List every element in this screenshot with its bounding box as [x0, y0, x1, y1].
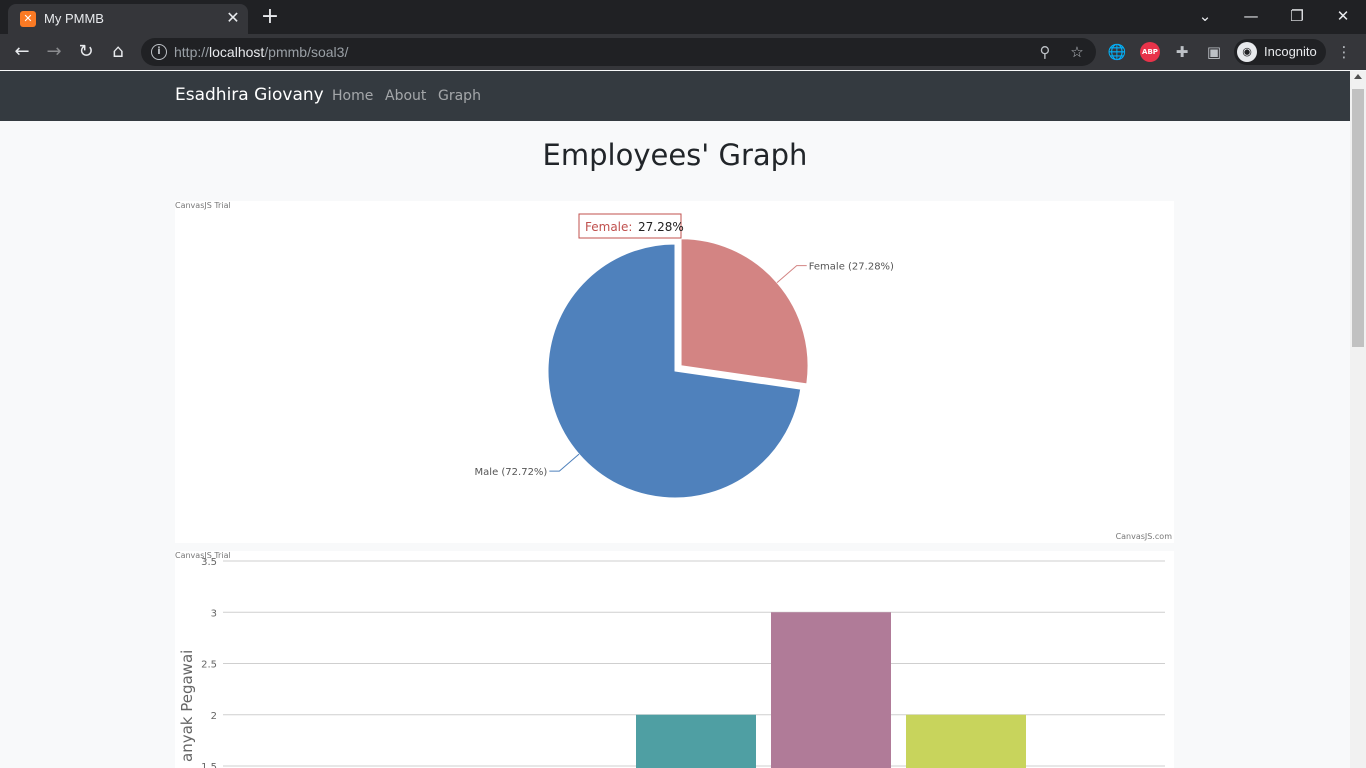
extensions-icon[interactable]: ✚	[1172, 42, 1192, 62]
browser-tab[interactable]: ✕ My PMMB ✕	[8, 4, 248, 34]
side-panel-icon[interactable]: ▣	[1204, 42, 1224, 62]
pie-tooltip: Female: 27.28%	[578, 213, 684, 239]
bar-column	[636, 714, 756, 768]
forward-icon[interactable]: →	[40, 38, 68, 66]
nav-link-graph[interactable]: Graph	[438, 88, 481, 104]
pie-tooltip-value: 27.28%	[638, 220, 684, 234]
nav-link-about[interactable]: About	[385, 88, 426, 104]
bar-y-axis-label: anyak Pegawai	[178, 650, 196, 762]
back-icon[interactable]: ←	[8, 38, 36, 66]
scroll-up-arrow-icon[interactable]	[1354, 74, 1362, 79]
pie-index-label-female: Female (27.28%)	[809, 262, 894, 273]
site-navbar: Esadhira Giovany Home About Graph	[0, 71, 1350, 121]
adblock-icon[interactable]: ABP	[1140, 42, 1160, 62]
bar-y-tick: 1.5	[201, 762, 217, 768]
pie-index-label-male: Male (72.72%)	[475, 467, 548, 478]
window-close-icon[interactable]: ✕	[1320, 2, 1366, 30]
url-text[interactable]: http://localhost/pmmb/soal3/	[174, 44, 348, 60]
profile-label: Incognito	[1264, 44, 1317, 59]
pie-label-connector	[776, 265, 807, 283]
bar-y-tick: 2.5	[201, 660, 217, 671]
navbar-brand[interactable]: Esadhira Giovany	[175, 85, 324, 105]
pie-label-connector	[549, 453, 580, 472]
xampp-favicon-icon: ✕	[20, 11, 36, 27]
bar-chart: 1.522.533.5anyak Pegawai	[178, 557, 1165, 768]
bar-chart-container: 1.5 2 2.5 3 3.5 anyak Pegawai CanvasJS Trial	[175, 551, 1174, 768]
home-icon[interactable]: ⌂	[104, 38, 132, 66]
info-icon[interactable]: i	[151, 44, 167, 60]
tab-strip: ✕ My PMMB ✕ + ⌄ — ❐ ✕	[0, 0, 1366, 34]
menu-icon[interactable]: ⋮	[1334, 42, 1354, 62]
translate-icon[interactable]: 🌐	[1107, 42, 1127, 62]
pie-chart-container: CanvasJS Trial CanvasJS.com Female (27.2…	[175, 201, 1174, 543]
address-bar[interactable]: i http://localhost/pmmb/soal3/ ⚲ ☆	[141, 38, 1096, 66]
url-path: /pmmb/soal3/	[264, 44, 349, 60]
tab-search-icon[interactable]: ⌄	[1182, 2, 1228, 30]
star-icon[interactable]: ☆	[1067, 42, 1087, 62]
url-host: localhost	[209, 44, 265, 60]
tab-title: My PMMB	[44, 11, 104, 26]
bar-column	[906, 714, 1026, 768]
bar-y-tick: 3	[211, 608, 217, 619]
url-scheme: http://	[174, 44, 210, 60]
pie-chart: Female (27.28%) Male (72.72%) Female: 27.28…	[475, 213, 894, 499]
bar-trial-label: CanvasJS Trial	[175, 551, 231, 560]
restore-icon[interactable]: ❐	[1274, 2, 1320, 30]
pie-tooltip-name: Female:	[585, 220, 632, 234]
minimize-icon[interactable]: —	[1228, 2, 1274, 30]
incognito-profile-button[interactable]: ◉ Incognito	[1234, 39, 1326, 65]
page-scrollbar[interactable]	[1350, 71, 1366, 768]
scroll-thumb[interactable]	[1352, 89, 1364, 347]
bar-y-tick: 2	[211, 711, 217, 722]
close-tab-icon[interactable]: ✕	[224, 9, 242, 27]
browser-toolbar: ← → ↻ ⌂ i http://localhost/pmmb/soal3/ ⚲…	[0, 34, 1366, 70]
incognito-icon: ◉	[1237, 42, 1257, 62]
reload-icon[interactable]: ↻	[72, 38, 100, 66]
zoom-icon[interactable]: ⚲	[1035, 42, 1055, 62]
nav-link-home[interactable]: Home	[332, 88, 373, 104]
page-title: Employees' Graph	[542, 138, 808, 172]
new-tab-button[interactable]: +	[258, 5, 282, 29]
pie-slice-female	[680, 238, 809, 385]
bar-column	[771, 612, 891, 768]
